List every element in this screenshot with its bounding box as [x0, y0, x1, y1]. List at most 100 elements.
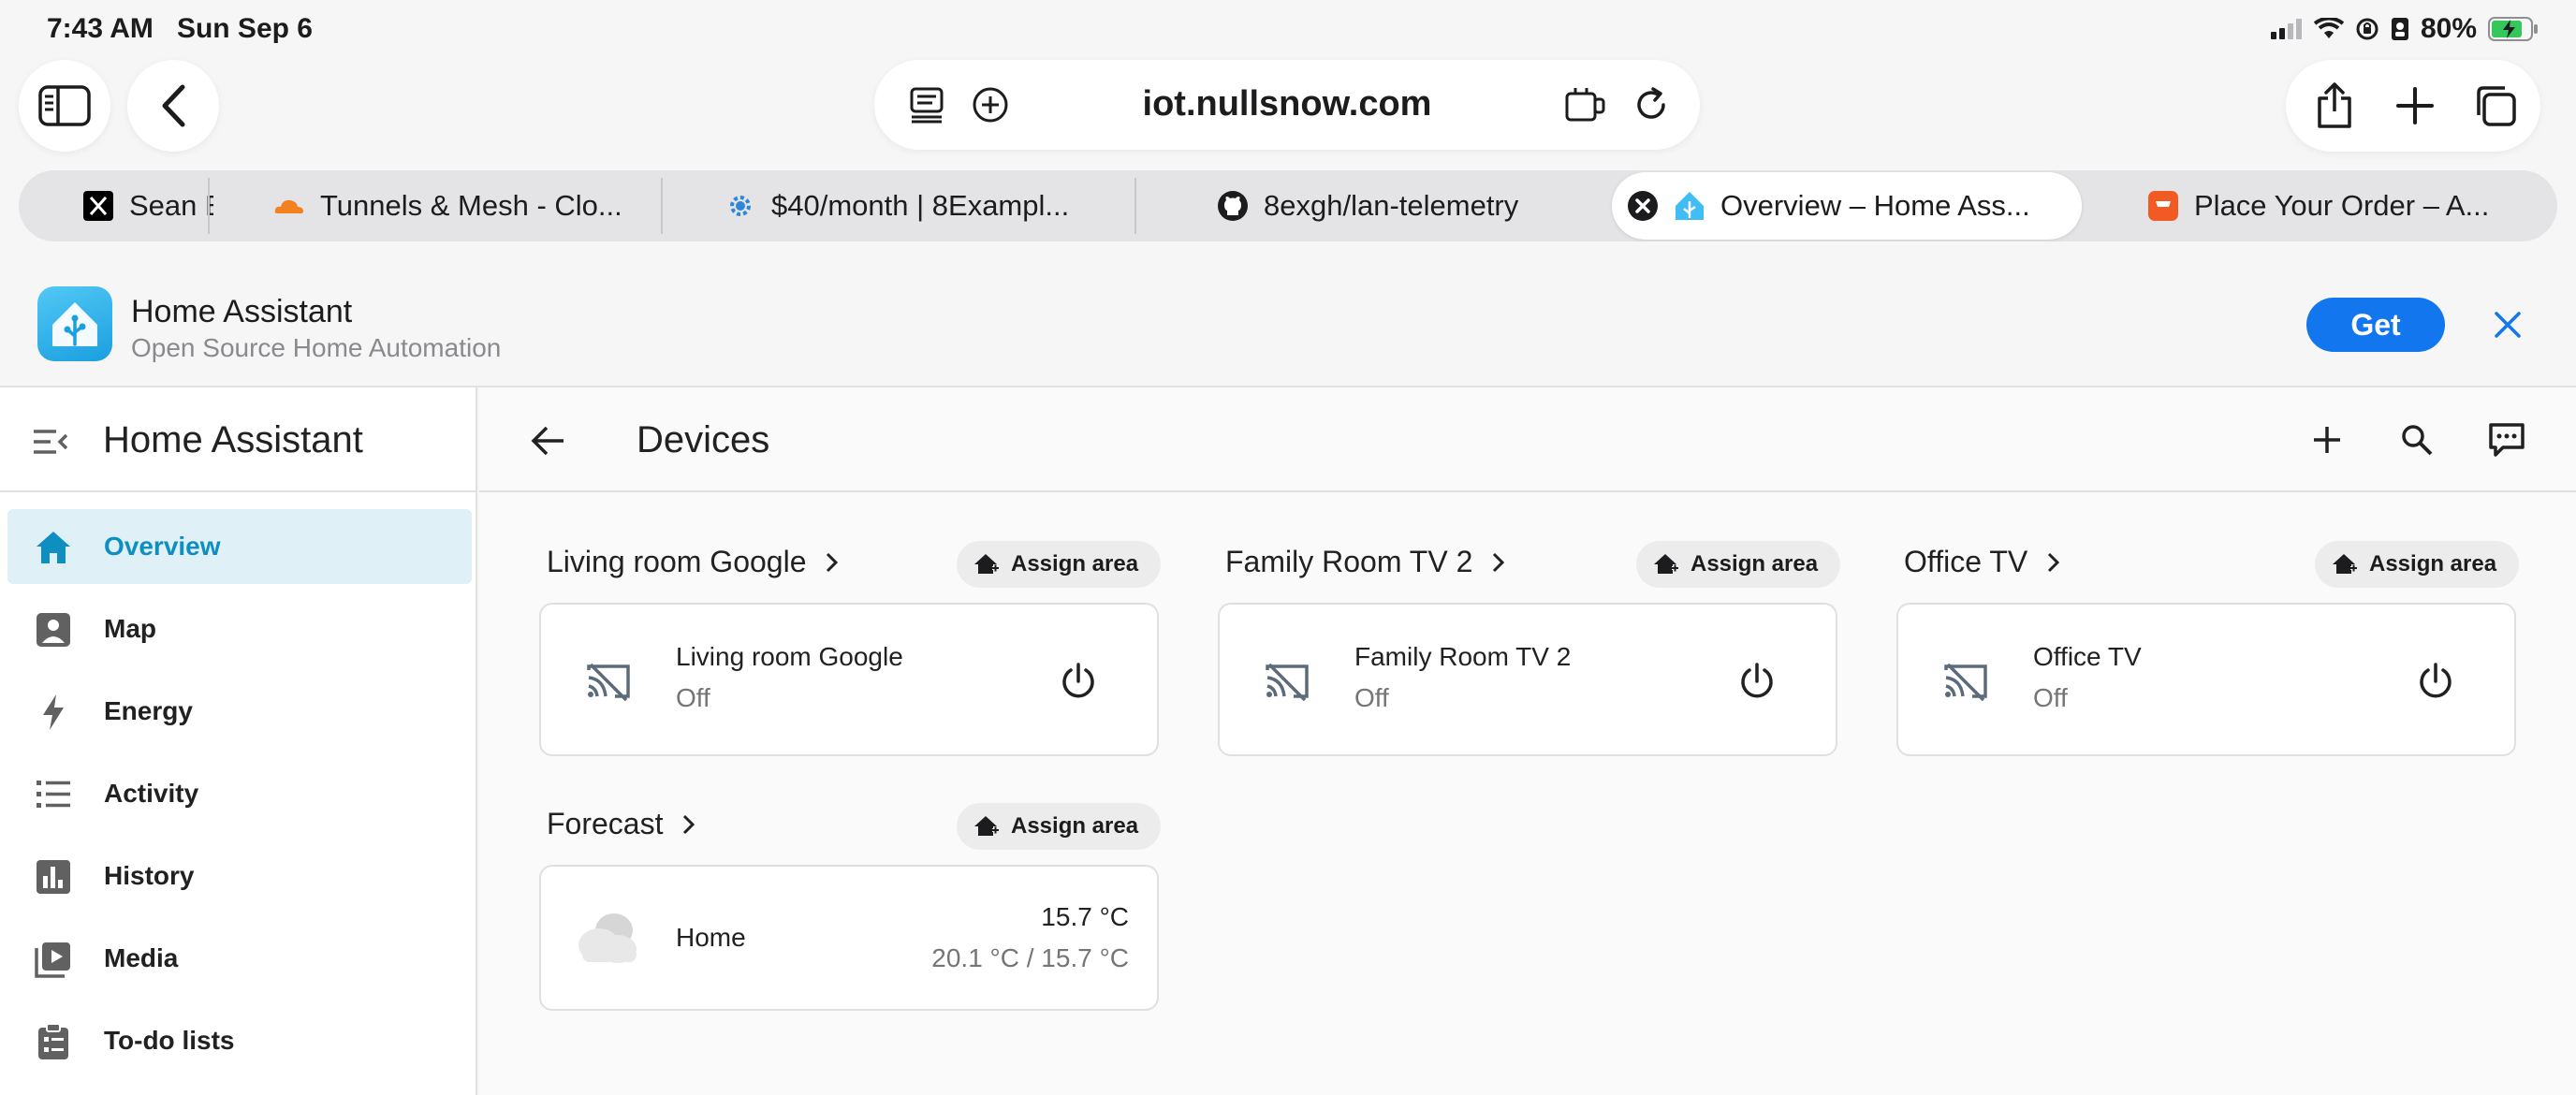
tab-pricing[interactable]: $40/month | 8Exampl... [724, 170, 1136, 241]
tab-title: Sean E [129, 189, 213, 222]
x-logo-icon [82, 190, 114, 222]
sidebar-item-map[interactable]: Map [7, 591, 472, 666]
status-time: 7:43 AM Sun Sep 6 [47, 13, 313, 45]
power-icon [2420, 663, 2452, 698]
forecast-group-name: Forecast [547, 807, 664, 840]
sidebar-toggle-button[interactable] [19, 60, 110, 152]
sidebar-item-media[interactable]: Media [7, 921, 472, 996]
gear-icon [724, 190, 756, 222]
close-tab-icon[interactable] [1627, 190, 1659, 222]
arrow-left-icon [531, 426, 564, 456]
assign-area-label: Assign area [1011, 813, 1139, 839]
tab-title: Place Your Order – A... [2194, 189, 2490, 222]
device-group-name: Family Room TV 2 [1225, 545, 1473, 578]
device-group-title[interactable]: Living room Google [547, 545, 847, 579]
extension-icon[interactable] [1563, 82, 1608, 127]
assign-area-label: Assign area [2369, 551, 2497, 577]
back-button[interactable] [526, 419, 569, 462]
sidebar-title: Home Assistant [103, 419, 363, 460]
sidebar-item-label: To-do lists [104, 1026, 235, 1055]
assign-area-button[interactable]: Assign area [1636, 541, 1841, 588]
weather-temperature: 15.7 °C [1041, 902, 1129, 931]
tab-cloudflare[interactable]: Tunnels & Mesh - Clo... [273, 170, 648, 241]
sidebar-item-label: Media [104, 943, 179, 972]
sidebar-item-label: Activity [104, 779, 199, 808]
device-group-name: Living room Google [547, 545, 807, 578]
new-tab-icon[interactable] [2393, 83, 2437, 128]
reload-icon[interactable] [1629, 82, 1674, 127]
comment-icon [2489, 423, 2525, 457]
power-icon [1062, 663, 1094, 698]
rotation-lock-icon [2356, 18, 2378, 40]
tab-title: Overview – Home Ass... [1720, 189, 2030, 222]
power-button[interactable] [2415, 661, 2456, 702]
assign-area-label: Assign area [1011, 551, 1139, 577]
device-group-title[interactable]: Office TV [1904, 545, 2069, 579]
home-plus-icon [973, 551, 1000, 577]
weather-temperature-range: 20.1 °C / 15.7 °C [931, 943, 1129, 972]
search-button[interactable] [2394, 417, 2439, 462]
chevron-right-icon [1491, 551, 1514, 574]
home-plus-icon [1653, 551, 1679, 577]
tab-home-assistant[interactable]: Overview – Home Ass... [1612, 172, 2082, 240]
wifi-icon [2313, 18, 2344, 38]
sidebar-item-history[interactable]: History [7, 839, 472, 913]
add-device-button[interactable] [2305, 417, 2349, 462]
banner-app-subtitle: Open Source Home Automation [131, 333, 502, 362]
weather-location: Home [676, 923, 746, 952]
status-indicators: 80% [2270, 13, 2539, 45]
assign-area-button[interactable]: Assign area [957, 803, 1162, 850]
power-button[interactable] [1736, 661, 1778, 702]
sidebar-item-label: Map [104, 614, 156, 643]
sidebar-item-label: History [104, 861, 195, 890]
sidebar-item-activity[interactable]: Activity [7, 756, 472, 831]
assign-area-button[interactable]: Assign area [957, 541, 1162, 588]
tab-order[interactable]: Place Your Order – A... [2147, 170, 2522, 241]
tab-github[interactable]: 8exgh/lan-telemetry [1217, 170, 1629, 241]
device-group-title[interactable]: Family Room TV 2 [1225, 545, 1514, 579]
tab-title: 8exgh/lan-telemetry [1264, 189, 1519, 222]
plus-icon [2314, 427, 2340, 453]
tab-x[interactable]: Sean E [82, 170, 213, 241]
tab-separator [661, 178, 663, 234]
page-title: Devices [637, 419, 770, 460]
status-date: Sun Sep 6 [176, 13, 313, 44]
chevron-right-icon [825, 551, 847, 574]
chevron-left-icon [162, 84, 185, 127]
home-assistant-icon [1674, 190, 1705, 222]
tab-overview-icon[interactable] [2473, 83, 2518, 128]
device-name: Living room Google [676, 642, 903, 671]
power-icon [1741, 663, 1773, 698]
device-card[interactable]: Living room Google Off [539, 603, 1159, 756]
battery-percent: 80% [2420, 13, 2477, 44]
chevron-right-icon [2046, 551, 2069, 574]
address-bar[interactable]: iot.nullsnow.com [874, 60, 1700, 150]
device-card[interactable]: Family Room TV 2 Off [1218, 603, 1837, 756]
sidebar-item-overview[interactable]: Overview [7, 509, 472, 584]
status-bar: 7:43 AM Sun Sep 6 80% [0, 0, 2576, 58]
forecast-group-title[interactable]: Forecast [547, 807, 704, 841]
device-card[interactable]: Office TV Off [1896, 603, 2516, 756]
browser-back-button[interactable] [127, 60, 219, 152]
sidebar-item-energy[interactable]: Energy [7, 674, 472, 749]
share-icon[interactable] [2312, 82, 2357, 128]
media-icon [34, 940, 73, 979]
sidebar-icon [38, 85, 91, 126]
store-icon [2147, 190, 2179, 222]
cast-off-icon [1263, 657, 1311, 706]
assign-area-button[interactable]: Assign area [2315, 541, 2520, 588]
weather-card[interactable]: Home 15.7 °C 20.1 °C / 15.7 °C [539, 865, 1159, 1011]
device-group-name: Office TV [1904, 545, 2028, 578]
sidebar-item-label: Overview [104, 532, 221, 561]
menu-collapse-icon[interactable] [32, 423, 69, 460]
power-button[interactable] [1058, 661, 1099, 702]
cloudy-icon [578, 913, 637, 963]
assist-button[interactable] [2484, 417, 2529, 462]
banner-close-button[interactable] [2486, 303, 2529, 346]
app-store-banner: Home Assistant Open Source Home Automati… [0, 260, 2576, 387]
device-state: Off [2033, 683, 2068, 712]
get-app-button[interactable]: Get [2306, 298, 2445, 352]
tab-title: Tunnels & Mesh - Clo... [320, 189, 622, 222]
sidebar-item-todo-lists[interactable]: To-do lists [7, 1003, 472, 1078]
cast-off-icon [584, 657, 633, 706]
